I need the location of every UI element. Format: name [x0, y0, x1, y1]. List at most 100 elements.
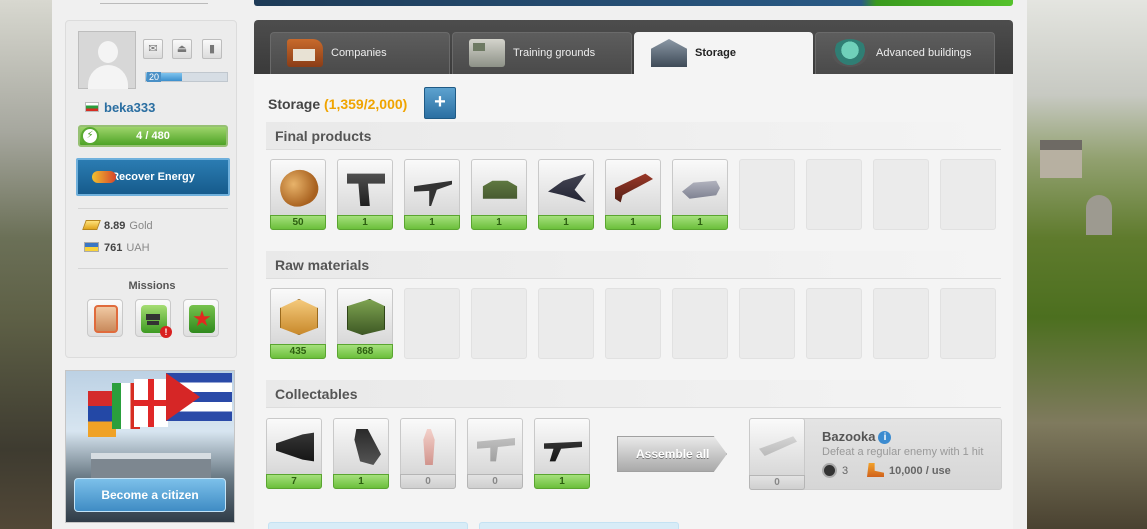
- energy-icon: ⚡: [81, 127, 99, 145]
- recover-energy-label: Recover Energy: [111, 171, 195, 183]
- item-quantity: 0: [467, 474, 523, 489]
- citizenship-banner: Become a citizen: [65, 370, 235, 523]
- mission-general[interactable]: [87, 299, 123, 337]
- recover-energy-button[interactable]: Recover Energy: [76, 158, 230, 196]
- tab-label: Advanced buildings: [876, 47, 972, 59]
- avatar[interactable]: [78, 31, 136, 89]
- bulgaria-flag-icon: [85, 102, 99, 112]
- item-slot[interactable]: 1: [672, 159, 728, 230]
- top-navigation-bar[interactable]: [254, 0, 1013, 6]
- damage-icon: [867, 463, 884, 477]
- level-badge: 20: [147, 72, 162, 82]
- storage-title: Storage (1,359/2,000): [268, 96, 407, 112]
- helicopter-icon: [682, 180, 720, 199]
- missions-title: Missions: [128, 280, 176, 292]
- item-quantity: 1: [471, 215, 527, 230]
- star-icon: ★: [189, 305, 215, 333]
- item-slot[interactable]: 1: [605, 159, 661, 230]
- item-quantity: 0: [400, 474, 456, 489]
- companies-icon: [287, 39, 323, 67]
- bazooka-qty: 0: [749, 475, 805, 490]
- item-slot[interactable]: 50: [270, 159, 326, 230]
- pistol-icon: [347, 173, 385, 206]
- bazooka-card[interactable]: 0 Bazooka i Defeat a regular enemy with 1…: [749, 418, 1002, 490]
- become-citizen-button[interactable]: Become a citizen: [74, 478, 226, 512]
- item-quantity: 50: [270, 215, 326, 230]
- uah-label: UAH: [126, 242, 150, 254]
- empty-slot: [538, 288, 594, 359]
- storage-capacity: (1,359/2,000): [324, 96, 408, 112]
- item-slot[interactable]: 1: [538, 159, 594, 230]
- item-slot[interactable]: 0: [400, 418, 456, 489]
- bottom-button-right[interactable]: [479, 522, 679, 529]
- bazooka-kills: 3: [822, 463, 848, 478]
- bazooka-kills-value: 3: [842, 465, 849, 477]
- expand-storage-button[interactable]: +: [424, 87, 456, 119]
- background-tower: [1086, 195, 1112, 235]
- xp-bar: 20: [145, 72, 228, 82]
- tab-storage[interactable]: Storage: [634, 32, 813, 75]
- item-quantity: 1: [672, 215, 728, 230]
- stats-icon[interactable]: ▮: [202, 39, 222, 59]
- empty-slot: [940, 159, 996, 230]
- upload-icon[interactable]: ⏏: [172, 39, 192, 59]
- tab-label: Training grounds: [513, 47, 596, 59]
- alert-icon: !: [160, 326, 172, 338]
- bazooka-cost: 10,000 / use: [867, 463, 951, 477]
- bazooka-slot[interactable]: 0: [749, 418, 805, 490]
- item-quantity: 868: [337, 344, 393, 359]
- machine-gun-icon: [414, 180, 452, 206]
- item-quantity: 1: [404, 215, 460, 230]
- empty-slot: [739, 288, 795, 359]
- mission-star[interactable]: ★: [183, 299, 219, 337]
- mission-weapon[interactable]: !: [135, 299, 172, 338]
- item-slot[interactable]: 435: [270, 288, 326, 359]
- item-slot[interactable]: 1: [333, 418, 389, 489]
- bazooka-description: Defeat a regular enemy with 1 hit: [822, 446, 984, 458]
- info-icon[interactable]: i: [878, 431, 892, 444]
- final-products-header: Final products: [266, 122, 1001, 150]
- divider: [78, 268, 228, 269]
- item-slot[interactable]: 1: [471, 159, 527, 230]
- item-slot[interactable]: 1: [534, 418, 590, 489]
- tab-advanced-buildings[interactable]: Advanced buildings: [815, 32, 995, 74]
- item-slot[interactable]: 868: [337, 288, 393, 359]
- item-quantity: 1: [333, 474, 389, 489]
- username[interactable]: beka333: [104, 100, 155, 115]
- tab-training-grounds[interactable]: Training grounds: [452, 32, 632, 74]
- food-crate-icon: [280, 299, 318, 335]
- bazooka-name: Bazooka: [822, 429, 876, 444]
- item-slot[interactable]: 0: [467, 418, 523, 489]
- empty-slot: [605, 288, 661, 359]
- item-quantity: 7: [266, 474, 322, 489]
- rocket-launcher-icon: [615, 173, 653, 203]
- mail-icon[interactable]: ✉: [143, 39, 163, 59]
- item-slot[interactable]: 1: [337, 159, 393, 230]
- bazooka-icon: [759, 436, 797, 456]
- assemble-all-button[interactable]: Assemble all: [617, 436, 727, 472]
- uah-balance: 761 UAH: [84, 242, 150, 254]
- item-quantity: 1: [534, 474, 590, 489]
- jet-icon: [548, 173, 586, 203]
- empty-slot: [806, 288, 862, 359]
- item-slot[interactable]: 1: [404, 159, 460, 230]
- item-quantity: 435: [270, 344, 326, 359]
- empty-slot: [471, 288, 527, 359]
- item-quantity: 1: [605, 215, 661, 230]
- skull-icon: [822, 463, 837, 478]
- empty-slot: [806, 159, 862, 230]
- empty-slot: [739, 159, 795, 230]
- gold-label: Gold: [129, 220, 153, 232]
- empty-slot: [940, 288, 996, 359]
- gold-bar-icon: [82, 220, 101, 230]
- item-slot[interactable]: 7: [266, 418, 322, 489]
- storage-title-text: Storage: [268, 96, 321, 112]
- tab-companies[interactable]: Companies: [270, 32, 450, 74]
- tank-icon: [482, 180, 518, 199]
- gun-part-icon: [477, 438, 515, 462]
- ukraine-flag-icon: [84, 242, 99, 252]
- bottom-button-left[interactable]: [268, 522, 468, 529]
- rocket-part-icon: [423, 429, 435, 465]
- bazooka-cost-value: 10,000 / use: [889, 465, 951, 477]
- tab-label: Storage: [695, 47, 736, 59]
